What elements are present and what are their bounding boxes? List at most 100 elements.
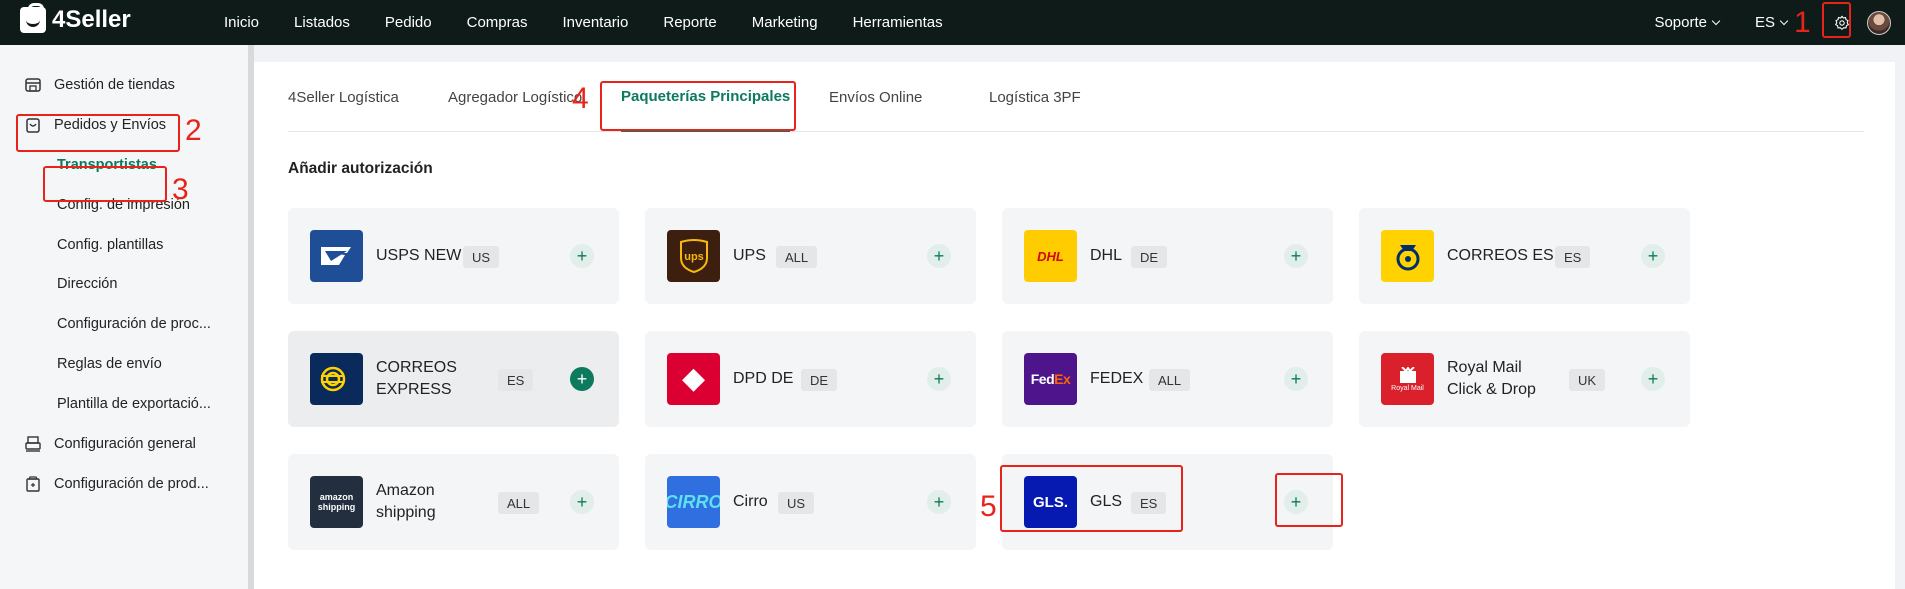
annotation-box-4	[600, 81, 796, 131]
add-authorization-button[interactable]: +	[1284, 244, 1308, 268]
language-dropdown[interactable]: ES	[1754, 14, 1789, 31]
region-badge: ES	[498, 369, 534, 391]
plus-icon: +	[1647, 246, 1659, 266]
plus-icon: +	[933, 492, 945, 512]
plus-icon: +	[1647, 369, 1659, 389]
region-badge: DE	[1131, 246, 1168, 268]
region-badge: DE	[801, 369, 838, 391]
carrier-card-fedex[interactable]: FedEx FEDEX ALL +	[1002, 331, 1333, 427]
dpd-cube-icon: ◆	[681, 362, 706, 395]
tab-4seller-logistics[interactable]: 4Seller Logística	[288, 62, 399, 132]
correos-logo	[1381, 230, 1434, 282]
add-authorization-button[interactable]: +	[570, 490, 594, 514]
carrier-card-ups[interactable]: ups UPS ALL +	[645, 208, 976, 304]
sidebar-item-label: Configuración de prod...	[54, 476, 209, 492]
add-authorization-button[interactable]: +	[1641, 244, 1665, 268]
sidebar-sub-shipping-rules[interactable]: Reglas de envío	[57, 352, 162, 376]
plus-icon: +	[576, 369, 588, 389]
ups-logo: ups	[667, 230, 720, 282]
region-badge: ALL	[498, 492, 540, 514]
carrier-card-correos-es[interactable]: CORREOS ES ES +	[1359, 208, 1690, 304]
app-logo[interactable]: 4Seller	[20, 3, 131, 34]
nav-reporte[interactable]: Reporte	[663, 14, 716, 31]
region-badge: US	[463, 246, 500, 268]
sidebar-item-product-config[interactable]: Configuración de prod...	[24, 472, 209, 496]
plus-icon: +	[933, 246, 945, 266]
add-authorization-button[interactable]: +	[927, 244, 951, 268]
carrier-name: FEDEX	[1090, 370, 1144, 387]
tab-3pf-logistics[interactable]: Logística 3PF	[989, 62, 1081, 132]
logo-bag-icon	[20, 3, 46, 33]
nav-inicio[interactable]: Inicio	[224, 14, 259, 31]
carrier-name: CORREOS ES	[1447, 247, 1554, 264]
amazon-logo-text: amazon shipping	[317, 492, 356, 512]
logo-text: 4Seller	[52, 6, 131, 33]
cirro-logo: CIRRO	[667, 476, 720, 528]
carrier-card-dpd-de[interactable]: ◆ DPD DE DE +	[645, 331, 976, 427]
region-badge: ALL	[776, 246, 818, 268]
carrier-tabs: 4Seller Logística Agregador Logístico Pa…	[288, 62, 1864, 132]
nav-listados[interactable]: Listados	[294, 14, 350, 31]
chevron-down-icon	[1779, 16, 1789, 25]
nav-herramientas[interactable]: Herramientas	[853, 14, 943, 31]
add-authorization-button[interactable]: +	[1641, 367, 1665, 391]
printer-icon	[25, 436, 41, 452]
add-authorization-button[interactable]: +	[570, 367, 594, 391]
user-avatar[interactable]	[1867, 10, 1891, 35]
carrier-card-usps[interactable]: USPS NEW US +	[288, 208, 619, 304]
add-authorization-button[interactable]: +	[1284, 367, 1308, 391]
sidebar-sub-export-template[interactable]: Plantilla de exportació...	[57, 392, 211, 416]
tab-logistics-aggregator[interactable]: Agregador Logístico	[448, 62, 582, 132]
correos-express-logo	[310, 353, 363, 405]
nav-inventario[interactable]: Inventario	[562, 14, 628, 31]
annotation-box-3	[43, 166, 167, 202]
chevron-down-icon	[1711, 16, 1721, 25]
sidebar-sub-process-config[interactable]: Configuración de proc...	[57, 312, 211, 336]
carrier-card-dhl[interactable]: DHL DHL DE +	[1002, 208, 1333, 304]
fedex-logo: FedEx	[1024, 353, 1077, 405]
region-badge: UK	[1569, 369, 1606, 391]
carrier-name: Amazon shipping	[376, 482, 436, 521]
carrier-card-correos-express[interactable]: CORREOS EXPRESS ES +	[288, 331, 619, 427]
main-nav: Inicio Listados Pedido Compras Inventari…	[224, 0, 978, 45]
plus-icon: +	[576, 246, 588, 266]
nav-compras[interactable]: Compras	[467, 14, 528, 31]
add-authorization-button[interactable]: +	[570, 244, 594, 268]
plus-icon: +	[933, 369, 945, 389]
carrier-card-cirro[interactable]: CIRRO Cirro US +	[645, 454, 976, 550]
carrier-name: Cirro	[733, 493, 768, 510]
support-label: Soporte	[1654, 14, 1707, 31]
dhl-logo-text: DHL	[1037, 248, 1064, 264]
annotation-number-5: 5	[980, 490, 997, 523]
plus-icon: +	[1290, 369, 1302, 389]
language-label: ES	[1754, 14, 1775, 31]
add-authorization-button[interactable]: +	[927, 490, 951, 514]
plus-icon: +	[1290, 246, 1302, 266]
nav-pedido[interactable]: Pedido	[385, 14, 432, 31]
usps-logo	[310, 230, 363, 282]
royal-mail-logo: Royal Mail	[1381, 353, 1434, 405]
nav-marketing[interactable]: Marketing	[752, 14, 818, 31]
annotation-number-4: 4	[572, 82, 589, 115]
sidebar-sub-address[interactable]: Dirección	[57, 272, 117, 296]
region-badge: US	[778, 492, 815, 514]
add-authorization-button[interactable]: +	[927, 367, 951, 391]
carrier-name: DHL	[1090, 247, 1123, 264]
tab-online-shipping[interactable]: Envíos Online	[829, 62, 922, 132]
sidebar-sub-template-config[interactable]: Config. plantillas	[57, 233, 163, 257]
carrier-card-royal-mail[interactable]: Royal Mail Royal Mail Click & Drop UK +	[1359, 331, 1690, 427]
fedex-logo-fed: Fed	[1030, 371, 1055, 387]
annotation-number-3: 3	[172, 173, 189, 206]
store-icon	[25, 78, 41, 92]
sidebar-item-label: Gestión de tiendas	[54, 77, 175, 93]
plus-icon: +	[576, 492, 588, 512]
sidebar-item-general-config[interactable]: Configuración general	[24, 432, 196, 456]
annotation-box-2	[16, 114, 180, 152]
amazon-shipping-logo: amazon shipping	[310, 476, 363, 528]
fedex-logo-ex: Ex	[1054, 371, 1071, 387]
annotation-number-1: 1	[1794, 6, 1811, 39]
carrier-name: CORREOS EXPRESS	[376, 359, 457, 398]
sidebar-item-store-management[interactable]: Gestión de tiendas	[24, 73, 175, 97]
support-dropdown[interactable]: Soporte	[1654, 14, 1721, 31]
carrier-card-amazon-shipping[interactable]: amazon shipping Amazon shipping ALL +	[288, 454, 619, 550]
